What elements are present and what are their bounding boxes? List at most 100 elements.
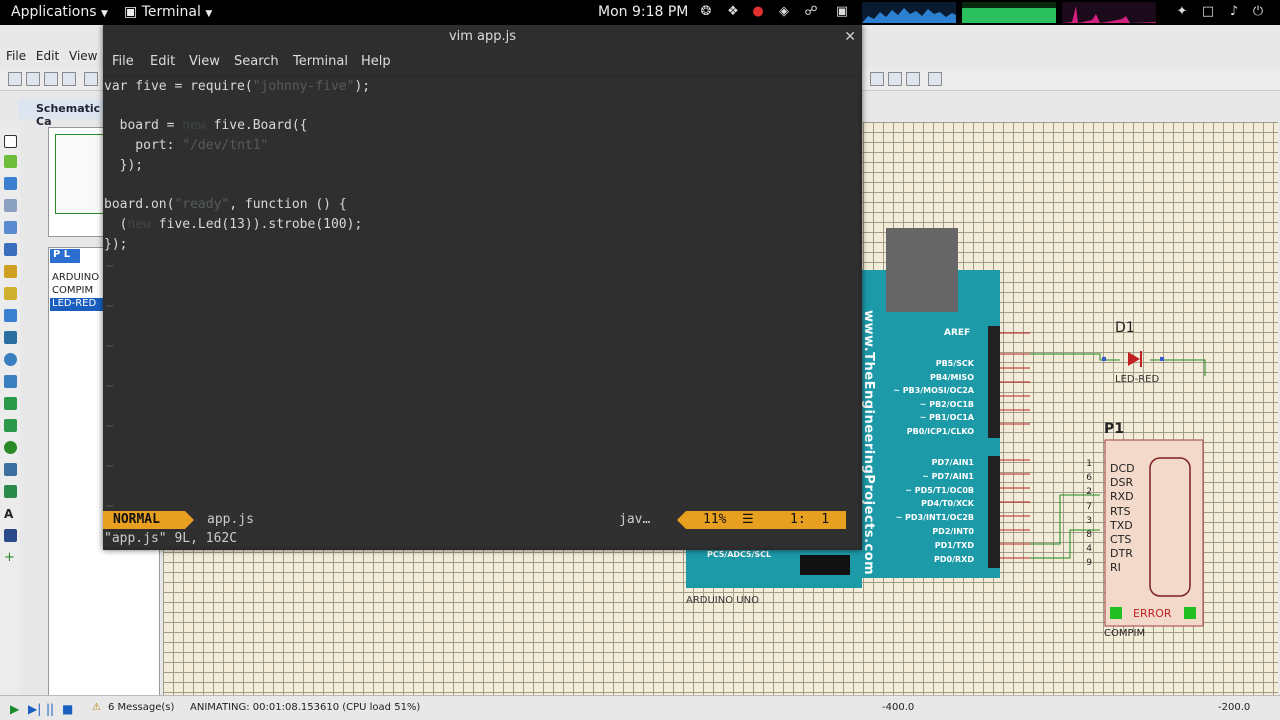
code-string: "ready" — [174, 197, 230, 212]
compim-pin-number: 9 — [1086, 558, 1092, 569]
volume-icon[interactable]: ♪ — [1226, 4, 1242, 20]
code-text: ); — [354, 79, 371, 94]
pins-bottom-labels: PD7/AIN1 ~ PD7/AIN1 ~ PD5/T1/OC0B PD4/T0… — [866, 456, 974, 566]
menu-file[interactable]: File — [112, 54, 134, 69]
clock[interactable]: Mon 9:18 PM — [598, 4, 688, 20]
compim-pin-number: 6 — [1086, 473, 1092, 484]
usb-connector — [886, 228, 958, 312]
display-icon[interactable]: □ — [1200, 4, 1216, 20]
compim-led-left — [1110, 607, 1122, 619]
chevron-down-icon: ▼ — [205, 9, 213, 19]
code-text: five.Led(13)).strobe(100); — [150, 217, 363, 232]
line-count-icon: ☰ — [742, 512, 754, 527]
code-line-1: var five = require("johnny-five"); — [104, 79, 370, 98]
memory-graph[interactable] — [962, 2, 1056, 23]
code-text: , function () { — [229, 197, 347, 212]
code-line-8: (new five.Led(13)).strobe(100); — [104, 217, 363, 236]
vim-buffer[interactable]: var five = require("johnny-five"); board… — [103, 77, 858, 547]
applications-menu[interactable]: Applications ▼ — [11, 4, 108, 20]
pin-label: PD1/TXD — [934, 540, 974, 550]
vim-percent: 11% — [703, 512, 727, 527]
empty-line-marker: ~ — [106, 459, 114, 474]
terminal-menubar: File Edit View Search Terminal Help — [103, 49, 862, 75]
network-graph[interactable] — [1062, 2, 1156, 23]
applications-label: Applications — [11, 4, 97, 20]
empty-line-marker: ~ — [106, 419, 114, 434]
vim-position-segment: 11% ☰ 1: 1 — [686, 511, 846, 529]
code-line-4: port: "/dev/tnt1" — [104, 138, 268, 157]
compim-ref-label: P1 — [1104, 421, 1125, 437]
pin-label: PD4/T0/XCK — [921, 499, 974, 509]
power-jack — [800, 555, 850, 575]
pin-label: ~ PB3/MOSI/OC2A — [893, 386, 974, 395]
code-text: ( — [104, 217, 128, 232]
code-string: "/dev/tnt1" — [182, 138, 269, 153]
compim-pin-number: 3 — [1086, 515, 1092, 526]
code-text: board.on( — [104, 197, 175, 212]
compim-pin-number: 1 — [1086, 459, 1092, 469]
led-diode-symbol[interactable] — [1128, 352, 1140, 366]
compim-pin: DTR — [1110, 547, 1133, 561]
compim-pin-labels: DCD DSR RXD RTS TXD CTS DTR RI — [1110, 462, 1135, 576]
compim-pin-number: 2 — [1086, 487, 1092, 498]
close-icon[interactable]: ✕ — [844, 25, 856, 49]
digital-header-top — [988, 326, 1000, 438]
empty-line-marker: ~ — [106, 339, 114, 354]
compim-led-right — [1184, 607, 1196, 619]
compim-name-label: COMPIM — [1104, 628, 1146, 639]
code-line-5: }); — [104, 158, 144, 173]
pinwheel-icon[interactable]: ❂ — [698, 4, 714, 20]
vpn-icon[interactable]: ◈ — [776, 4, 792, 20]
compim-pin-numbers: 1 6 2 7 3 8 4 9 — [1082, 457, 1092, 571]
compim-pin: CTS — [1110, 533, 1132, 547]
vim-mode-indicator: NORMAL — [103, 511, 185, 529]
aref-label: AREF — [944, 328, 971, 338]
cpu-graph[interactable] — [862, 2, 956, 23]
empty-line-marker: ~ — [106, 299, 114, 314]
window-title: vim app.js — [448, 29, 517, 44]
compim-pin-number: 8 — [1086, 530, 1092, 541]
menu-edit[interactable]: Edit — [150, 54, 175, 69]
compim-pin-number: 7 — [1086, 501, 1092, 512]
red-pin-wires — [1000, 332, 1030, 559]
vim-cursor-position: 1: 1 — [790, 512, 830, 527]
network-icon[interactable]: ✦ — [1174, 4, 1190, 20]
menu-terminal[interactable]: Terminal — [293, 54, 348, 69]
led-pin-a — [1102, 357, 1106, 361]
menu-help[interactable]: Help — [361, 54, 391, 69]
link-icon[interactable]: ☍ — [803, 4, 819, 20]
compim-pin-number: 4 — [1086, 544, 1092, 555]
code-text: board = — [104, 118, 183, 133]
powerline-separator-icon — [677, 511, 686, 529]
pin-label: PD0/RXD — [934, 554, 974, 564]
pin-label: ~ PD5/T1/OC0B — [905, 485, 974, 495]
compim-pin: RXD — [1110, 490, 1134, 504]
vim-statusline: NORMAL app.js jav… 11% ☰ 1: 1 — [103, 511, 858, 529]
led-ref-label: D1 — [1115, 320, 1135, 336]
menu-search[interactable]: Search — [234, 54, 279, 69]
pin-label: ~ PD3/INT1/OC2B — [895, 513, 974, 523]
code-line-9: }); — [104, 237, 128, 252]
pins-top-labels: PB5/SCK PB4/MISO ~ PB3/MOSI/OC2A ~ PB2/O… — [870, 357, 974, 438]
menu-view[interactable]: View — [189, 54, 220, 69]
led-name-label: LED-RED — [1115, 374, 1160, 385]
code-text: port: — [104, 138, 183, 153]
terminal-titlebar[interactable]: vim app.js ✕ — [103, 25, 862, 49]
arduino-name-label: ARDUINO UNO — [686, 595, 759, 606]
code-text: var five = require( — [104, 79, 253, 94]
dropbox-icon[interactable]: ❖ — [725, 4, 741, 20]
power-icon[interactable]: ⏻ — [1250, 4, 1266, 20]
pin-label: PD2/INT0 — [932, 526, 974, 536]
pin-label: PD7/AIN1 — [931, 458, 974, 467]
chrome-icon[interactable]: ● — [750, 4, 766, 20]
powerline-separator-icon — [185, 511, 194, 529]
app-menu-label: Terminal — [141, 4, 201, 20]
analog-pin-label: PC5/ADC5/SCL — [707, 550, 772, 559]
compim-pin: RTS — [1110, 504, 1131, 518]
compim-error-label: ERROR — [1133, 607, 1172, 620]
vim-command-line[interactable]: "app.js" 9L, 162C — [104, 531, 237, 546]
pin-label: ~ PB2/OC1B — [919, 399, 974, 409]
digital-header-bottom — [988, 456, 1000, 568]
screenshot-icon[interactable]: ▣ — [834, 4, 850, 20]
app-menu-terminal[interactable]: ▣ Terminal ▼ — [124, 4, 212, 20]
